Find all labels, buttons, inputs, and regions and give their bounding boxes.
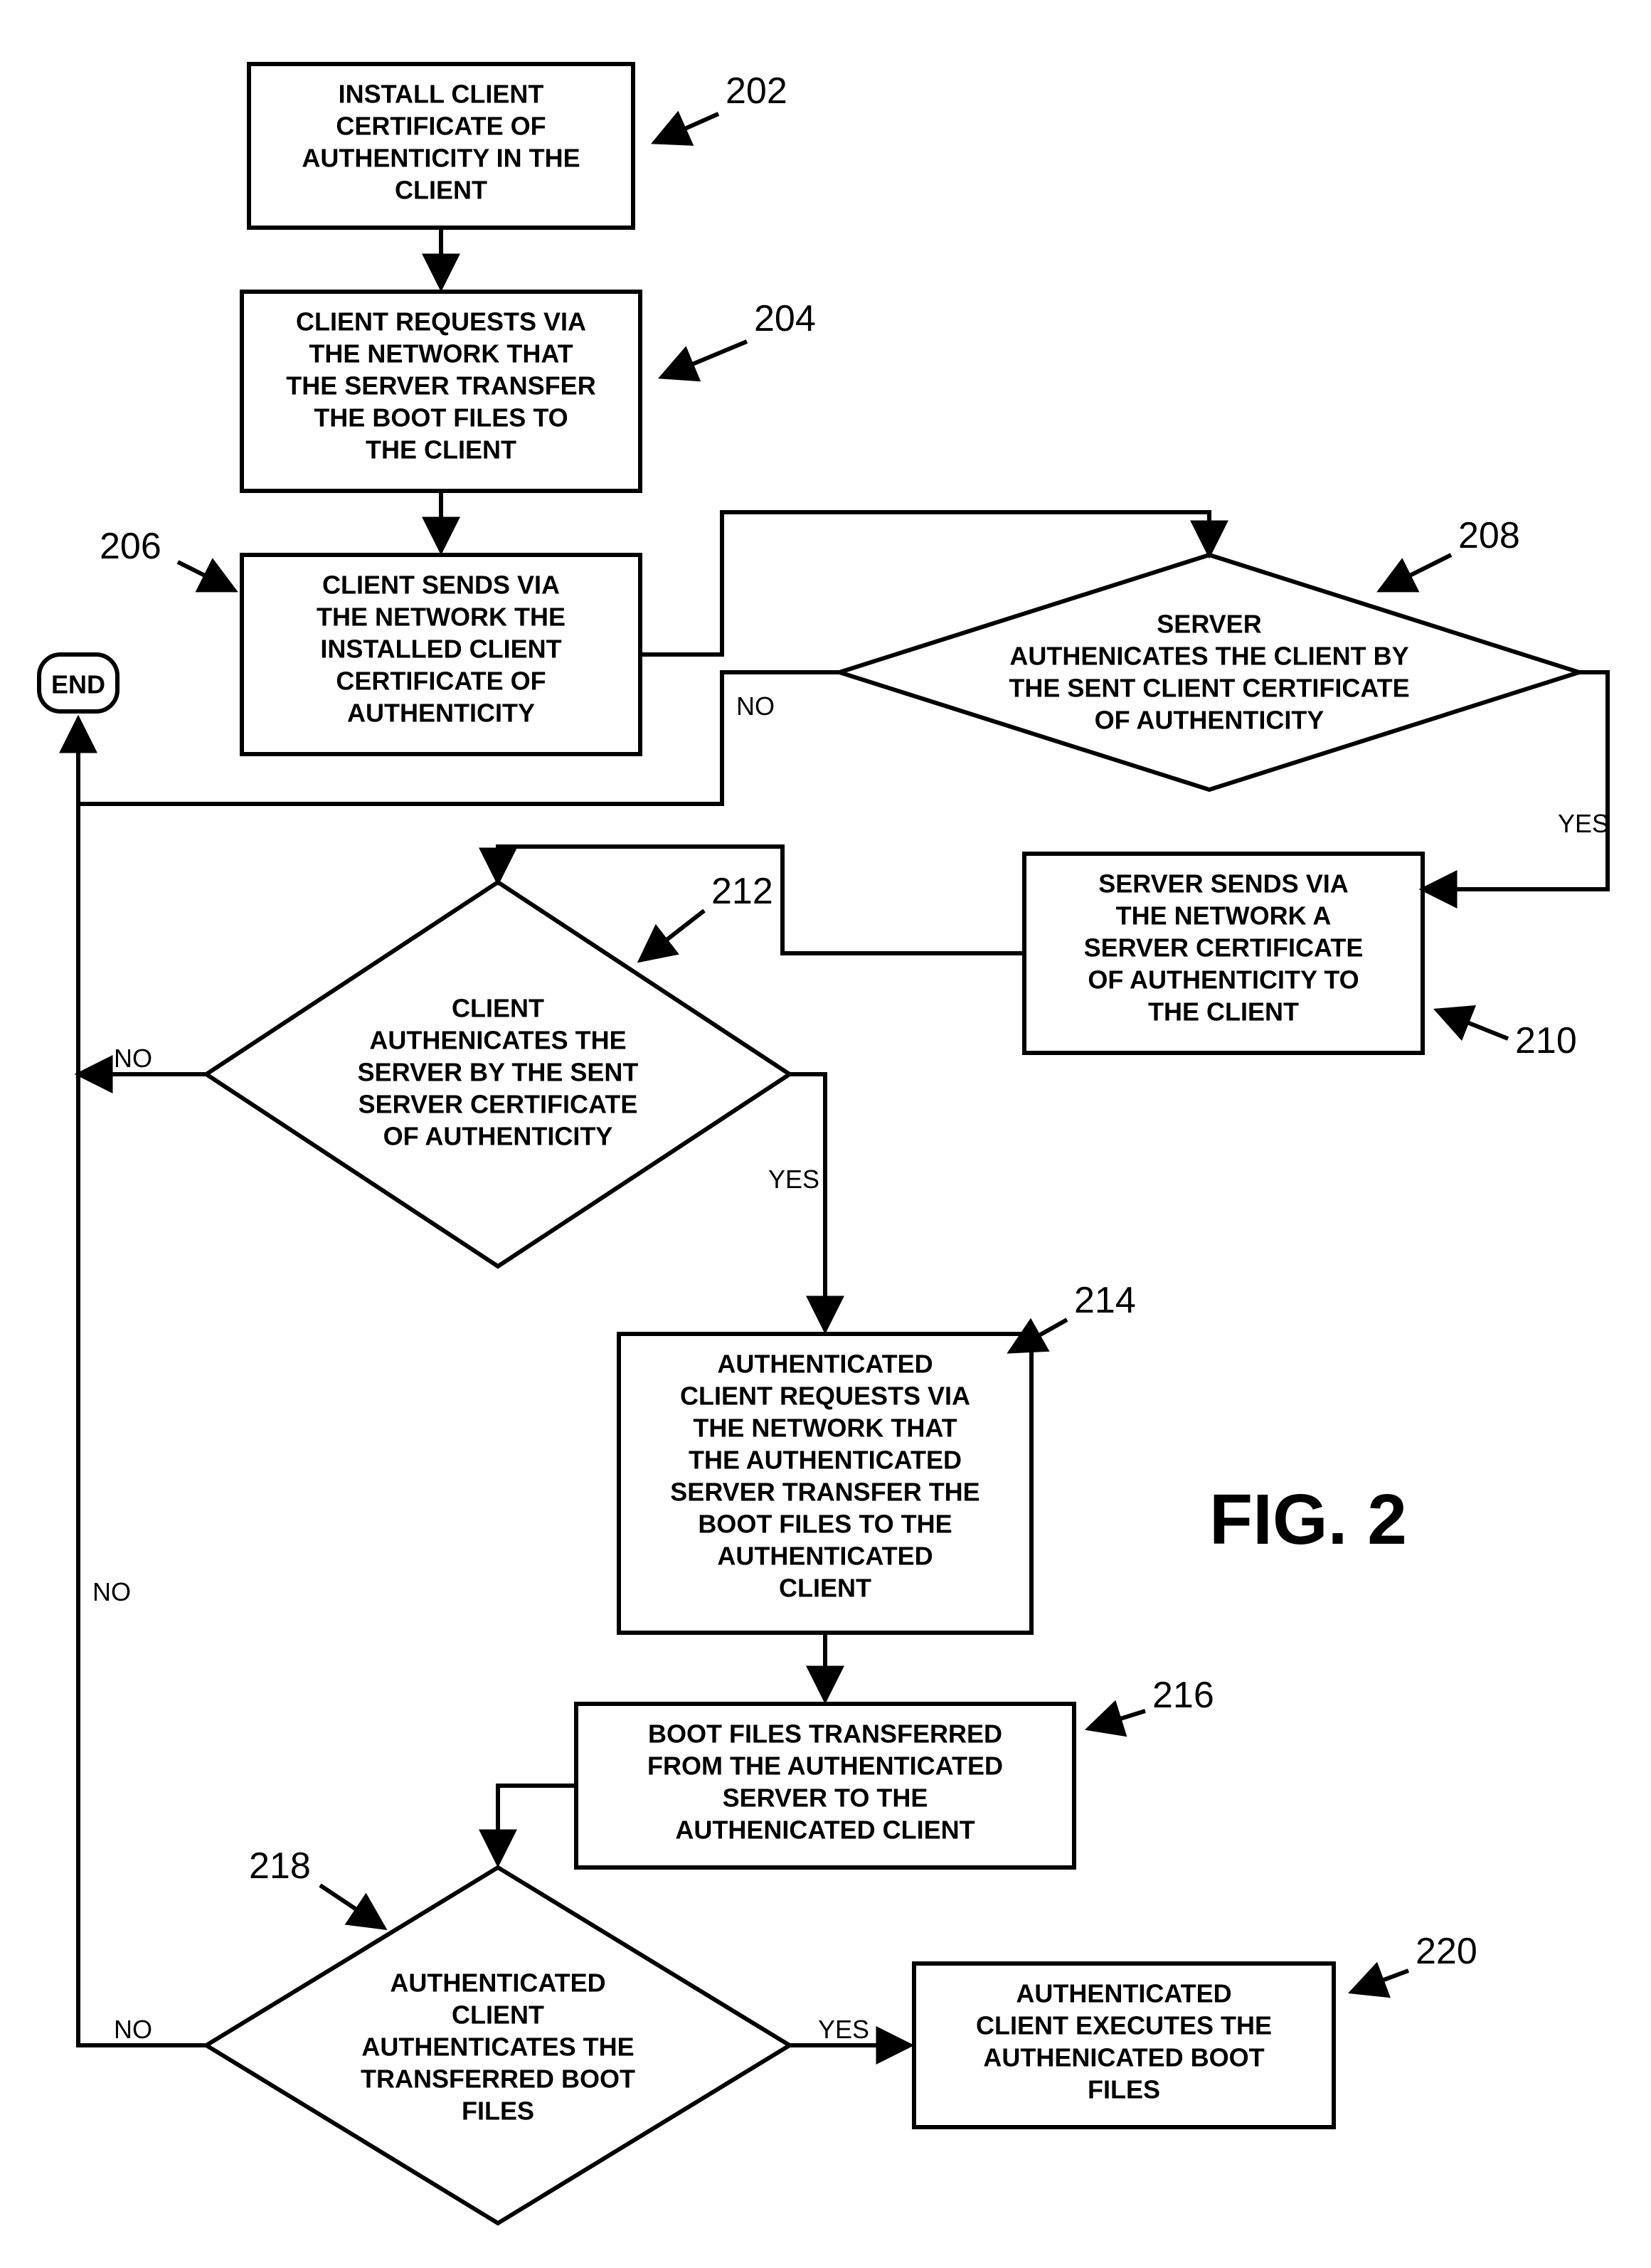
node-204-line-0: CLIENT REQUESTS VIA xyxy=(296,307,586,337)
node-208-line-3: OF AUTHENTICITY xyxy=(1095,706,1324,735)
svg-text:204: 204 xyxy=(754,298,816,339)
node-202-install-client-cert: INSTALL CLIENT CERTIFICATE OF AUTHENTICI… xyxy=(249,64,633,228)
svg-text:206: 206 xyxy=(100,526,161,567)
node-208-line-2: THE SENT CLIENT CERTIFICATE xyxy=(1009,674,1409,703)
node-220-line-1: CLIENT EXECUTES THE xyxy=(976,2011,1272,2040)
edge-218-yes-label: YES xyxy=(818,2015,869,2044)
node-210-line-1: THE NETWORK A xyxy=(1116,901,1332,931)
node-220-line-2: AUTHENICATED BOOT xyxy=(983,2043,1264,2072)
node-204-line-2: THE SERVER TRANSFER xyxy=(286,371,595,401)
node-214-line-2: THE NETWORK THAT xyxy=(693,1414,957,1443)
node-214-line-4: SERVER TRANSFER THE xyxy=(670,1478,980,1507)
node-204-line-1: THE NETWORK THAT xyxy=(309,339,573,369)
node-218-line-0: AUTHENTICATED xyxy=(390,1968,605,1998)
node-216-line-2: SERVER TO THE xyxy=(723,1784,928,1813)
node-208-server-authenticates-client: SERVER AUTHENICATES THE CLIENT BY THE SE… xyxy=(839,555,1579,790)
edge-208-yes xyxy=(1423,672,1608,889)
edge-218-no-trunk-label: NO xyxy=(92,1577,131,1606)
svg-text:208: 208 xyxy=(1458,515,1520,556)
node-214-line-7: CLIENT xyxy=(779,1574,871,1603)
ref-210: 210 xyxy=(1437,1010,1577,1061)
ref-218: 218 xyxy=(249,1845,384,1928)
node-212-line-1: AUTHENICATES THE xyxy=(369,1026,626,1055)
node-214-line-0: AUTHENTICATED xyxy=(717,1350,933,1379)
node-212-client-authenticates-server: CLIENT AUTHENICATES THE SERVER BY THE SE… xyxy=(206,882,790,1266)
svg-text:214: 214 xyxy=(1074,1280,1136,1321)
edge-218-no xyxy=(78,804,206,2045)
node-210-line-4: THE CLIENT xyxy=(1148,997,1299,1027)
svg-text:210: 210 xyxy=(1515,1020,1577,1061)
node-202-line-0: INSTALL CLIENT xyxy=(339,80,544,109)
ref-204: 204 xyxy=(662,298,816,377)
svg-text:216: 216 xyxy=(1152,1675,1214,1716)
node-208-line-0: SERVER xyxy=(1157,610,1261,639)
svg-text:220: 220 xyxy=(1416,1931,1477,1972)
node-220-client-executes-boot: AUTHENTICATED CLIENT EXECUTES THE AUTHEN… xyxy=(914,1964,1334,2127)
node-202-line-3: CLIENT xyxy=(395,176,487,205)
node-210-line-2: SERVER CERTIFICATE xyxy=(1084,933,1364,963)
node-212-line-0: CLIENT xyxy=(452,994,544,1023)
node-206-line-4: AUTHENTICITY xyxy=(347,699,535,728)
node-212-line-4: OF AUTHENTICITY xyxy=(383,1122,613,1151)
node-end: END xyxy=(39,655,117,711)
node-206-line-2: INSTALLED CLIENT xyxy=(320,635,561,664)
node-218-client-authenticates-boot-files: AUTHENTICATED CLIENT AUTHENTICATES THE T… xyxy=(206,1867,790,2223)
ref-208: 208 xyxy=(1380,515,1520,590)
node-216-line-1: FROM THE AUTHENTICATED xyxy=(647,1752,1003,1781)
ref-202: 202 xyxy=(654,70,787,142)
edge-212-yes-label: YES xyxy=(768,1165,819,1194)
node-204-line-4: THE CLIENT xyxy=(366,435,516,465)
node-218-line-4: FILES xyxy=(462,2097,534,2126)
svg-text:202: 202 xyxy=(726,70,787,112)
node-210-server-sends-cert: SERVER SENDS VIA THE NETWORK A SERVER CE… xyxy=(1024,854,1423,1053)
node-220-line-0: AUTHENTICATED xyxy=(1016,1979,1231,2008)
node-204-line-3: THE BOOT FILES TO xyxy=(314,403,568,433)
node-216-line-3: AUTHENICATED CLIENT xyxy=(675,1816,975,1845)
svg-text:212: 212 xyxy=(711,871,773,912)
ref-220: 220 xyxy=(1352,1931,1477,1992)
figure-label: FIG. 2 xyxy=(1209,1480,1407,1559)
node-214-line-5: BOOT FILES TO THE xyxy=(698,1510,952,1539)
edge-212-no-label: NO xyxy=(114,1044,152,1073)
edge-216-218 xyxy=(498,1786,576,1864)
ref-212: 212 xyxy=(640,871,773,960)
node-218-line-2: AUTHENTICATES THE xyxy=(361,2033,634,2062)
node-212-line-3: SERVER CERTIFICATE xyxy=(359,1090,638,1119)
ref-214: 214 xyxy=(1010,1280,1136,1352)
node-214-authenticated-client-requests: AUTHENTICATED CLIENT REQUESTS VIA THE NE… xyxy=(619,1334,1031,1633)
node-206-line-1: THE NETWORK THE xyxy=(317,603,566,632)
node-end-label: END xyxy=(51,670,105,699)
node-206-client-sends-cert: CLIENT SENDS VIA THE NETWORK THE INSTALL… xyxy=(242,555,640,754)
edge-208-no-label: NO xyxy=(736,691,775,721)
node-202-line-2: AUTHENTICITY IN THE xyxy=(302,144,580,173)
node-214-line-1: CLIENT REQUESTS VIA xyxy=(680,1382,970,1411)
node-218-line-3: TRANSFERRED BOOT xyxy=(361,2065,635,2094)
node-216-boot-files-transferred: BOOT FILES TRANSFERRED FROM THE AUTHENTI… xyxy=(576,1704,1074,1867)
edge-218-no-label: NO xyxy=(114,2015,152,2044)
edge-212-yes xyxy=(790,1074,825,1330)
node-206-line-0: CLIENT SENDS VIA xyxy=(322,571,560,600)
node-204-client-requests-boot: CLIENT REQUESTS VIA THE NETWORK THAT THE… xyxy=(242,292,640,491)
node-208-line-1: AUTHENICATES THE CLIENT BY xyxy=(1009,642,1408,671)
node-210-line-3: OF AUTHENTICITY TO xyxy=(1088,965,1359,995)
node-220-line-3: FILES xyxy=(1088,2075,1160,2104)
edge-208-yes-label: YES xyxy=(1558,809,1609,838)
node-202-line-1: CERTIFICATE OF xyxy=(336,112,546,141)
node-206-line-3: CERTIFICATE OF xyxy=(336,667,546,696)
node-212-line-2: SERVER BY THE SENT xyxy=(358,1058,639,1087)
ref-206: 206 xyxy=(100,526,235,590)
node-210-line-0: SERVER SENDS VIA xyxy=(1098,869,1348,899)
node-218-line-1: CLIENT xyxy=(452,2001,544,2030)
ref-216: 216 xyxy=(1088,1675,1214,1729)
svg-text:218: 218 xyxy=(249,1845,311,1887)
node-216-line-0: BOOT FILES TRANSFERRED xyxy=(648,1719,1002,1749)
node-214-line-3: THE AUTHENTICATED xyxy=(689,1446,962,1475)
node-214-line-6: AUTHENTICATED xyxy=(717,1542,933,1571)
